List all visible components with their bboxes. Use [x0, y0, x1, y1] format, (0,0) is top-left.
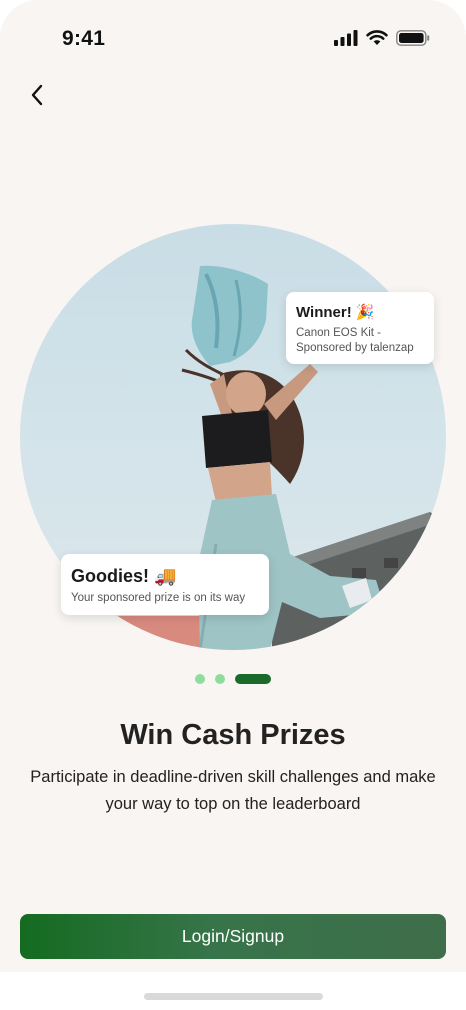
status-bar: 9:41	[0, 0, 466, 80]
home-indicator[interactable]	[144, 993, 323, 1000]
winner-card-title: Winner! 🎉	[296, 304, 375, 321]
page-description: Participate in deadline-driven skill cha…	[30, 768, 436, 813]
carousel-dot-active[interactable]	[235, 674, 271, 684]
carousel-dot[interactable]	[215, 674, 225, 684]
wifi-icon	[366, 30, 388, 45]
winner-card: Winner! 🎉 Canon EOS Kit - Sponsored by t…	[286, 292, 434, 364]
goodies-card-title: Goodies! 🚚	[71, 566, 177, 586]
goodies-card: Goodies! 🚚 Your sponsored prize is on it…	[61, 554, 269, 615]
carousel-dot[interactable]	[195, 674, 205, 684]
goodies-card-text: Your sponsored prize is on its way	[71, 592, 246, 604]
page-title: Win Cash Prizes	[120, 719, 346, 751]
carousel-indicator	[195, 674, 271, 684]
back-button[interactable]	[20, 78, 54, 112]
battery-icon	[396, 30, 430, 46]
winner-card-text: Canon EOS Kit - Sponsored by talenzap	[296, 327, 414, 354]
onboarding-screen: 9:41 Winner! 🎉 Canon EOS Kit - Sponsored…	[0, 0, 466, 972]
status-time: 9:41	[62, 27, 106, 50]
signal-icon	[334, 30, 358, 46]
back-arrow-icon	[31, 84, 43, 106]
status-icons	[334, 30, 430, 46]
login-signup-button[interactable]: Login/Signup	[20, 914, 446, 959]
